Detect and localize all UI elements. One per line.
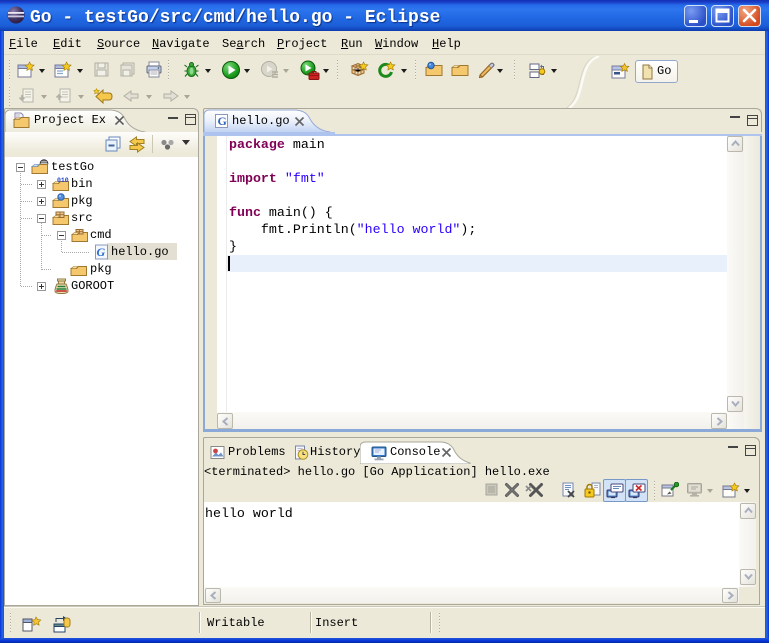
svg-text:010: 010 [57, 177, 69, 184]
svg-text:G: G [218, 114, 227, 128]
svg-text:G: G [97, 245, 106, 259]
